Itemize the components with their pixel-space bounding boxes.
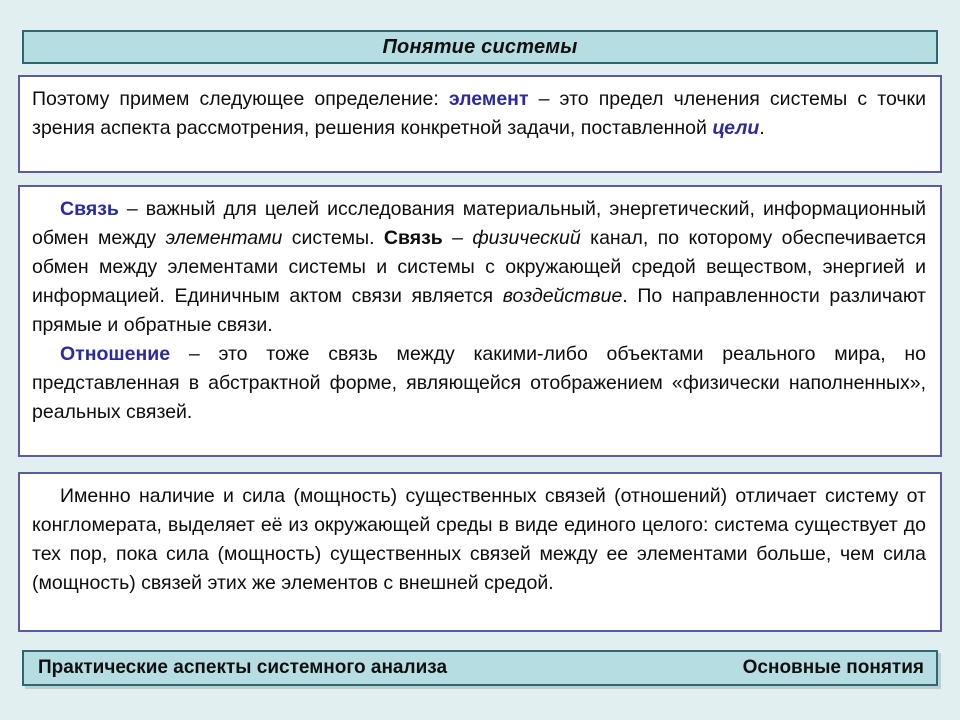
text-run: Именно наличие и сила (мощность) существ… <box>32 485 926 594</box>
content-box-definition-link-relation: Связь – важный для целей исследования ма… <box>18 185 942 457</box>
slide-title-bar: Понятие системы <box>22 30 938 64</box>
slide-canvas: Понятие системы Поэтому примем следующее… <box>0 0 960 720</box>
paragraph: Связь – важный для целей исследования ма… <box>32 195 926 340</box>
text-run: физический <box>472 227 581 249</box>
footer-section-label: Основные понятия <box>742 657 924 678</box>
text-run: системы. <box>282 227 384 249</box>
text-run: цели <box>712 117 760 139</box>
text-run: . <box>759 117 765 139</box>
paragraph: Поэтому примем следующее определение: эл… <box>32 85 926 143</box>
text-run: воздействие <box>502 285 623 307</box>
slide-footer-bar: Практические аспекты системного анализа … <box>22 650 938 686</box>
paragraph: Именно наличие и сила (мощность) существ… <box>32 482 926 598</box>
paragraph: Отношение – это тоже связь между какими-… <box>32 340 926 427</box>
text-run: Отношение <box>60 343 171 365</box>
text-run: элементами <box>165 227 283 249</box>
content-box-system-vs-conglomerate: Именно наличие и сила (мощность) существ… <box>18 472 942 632</box>
text-run: – <box>442 227 473 249</box>
text-run: Поэтому примем следующее определение: <box>32 88 449 110</box>
footer-course-label: Практические аспекты системного анализа <box>38 657 448 678</box>
text-run: Связь <box>383 227 443 249</box>
text-run: элемент <box>448 88 529 110</box>
text-run: Связь <box>60 198 119 220</box>
content-box-definition-element: Поэтому примем следующее определение: эл… <box>18 75 942 173</box>
page-title: Понятие системы <box>382 35 578 58</box>
